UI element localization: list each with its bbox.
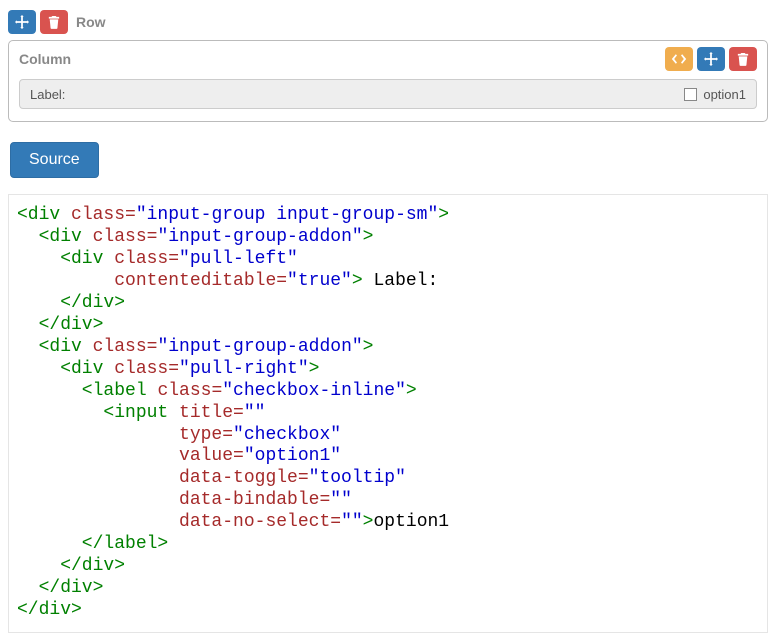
code-attr: class= (157, 381, 222, 401)
column-code-button[interactable] (665, 47, 693, 71)
code-text: Label: (363, 271, 439, 291)
column-move-button[interactable] (697, 47, 725, 71)
row-header: Row (8, 8, 768, 40)
option-checkbox[interactable] (684, 88, 697, 101)
code-attr: title= (179, 403, 244, 423)
code-attr: data-toggle= (17, 468, 309, 488)
code-attr: class= (114, 249, 179, 269)
code-tag: > (438, 205, 449, 225)
input-label[interactable]: Label: (20, 80, 75, 108)
row-move-button[interactable] (8, 10, 36, 34)
column-header: Column (9, 41, 767, 75)
code-val: "" (330, 490, 352, 510)
code-val: "pull-right" (179, 359, 309, 379)
code-tag: <div (17, 227, 93, 247)
code-val: "pull-left" (179, 249, 298, 269)
row-delete-button[interactable] (40, 10, 68, 34)
code-tag: > (363, 337, 374, 357)
code-tag: <label (17, 381, 157, 401)
code-tag: > (352, 271, 363, 291)
code-val: "true" (287, 271, 352, 291)
column-panel: Column Label: option1 (8, 40, 768, 122)
code-tag: > (406, 381, 417, 401)
row-label: Row (76, 14, 106, 30)
code-tag: > (363, 512, 374, 532)
code-attr: value= (17, 446, 244, 466)
code-tag: <div (17, 205, 71, 225)
code-tag: <input (17, 403, 179, 423)
code-text: option1 (373, 512, 449, 532)
code-val: "input-group-addon" (157, 227, 362, 247)
code-tag: > (363, 227, 374, 247)
column-label: Column (19, 51, 71, 67)
code-tag: </label> (17, 534, 168, 554)
source-code: <div class="input-group input-group-sm">… (8, 194, 768, 633)
trash-icon (48, 15, 60, 29)
code-tag: </div> (17, 578, 103, 598)
code-val: "checkbox-inline" (222, 381, 406, 401)
option-label: option1 (703, 87, 746, 102)
code-attr: class= (71, 205, 136, 225)
source-button[interactable]: Source (10, 142, 99, 178)
code-attr: data-no-select= (17, 512, 341, 532)
code-val: "" (244, 403, 266, 423)
code-tag: <div (17, 249, 114, 269)
code-val: "checkbox" (233, 425, 341, 445)
move-icon (704, 52, 718, 66)
code-val: "" (341, 512, 363, 532)
code-attr: class= (93, 227, 158, 247)
code-val: "input-group input-group-sm" (136, 205, 438, 225)
code-attr: contenteditable= (17, 271, 287, 291)
code-tag: </div> (17, 600, 82, 620)
code-tag: </div> (17, 293, 125, 313)
code-val: "input-group-addon" (157, 337, 362, 357)
code-tag: <div (17, 337, 93, 357)
code-val: "tooltip" (309, 468, 406, 488)
code-tag: </div> (17, 556, 125, 576)
code-attr: data-bindable= (17, 490, 330, 510)
code-tag: > (309, 359, 320, 379)
code-attr: type= (17, 425, 233, 445)
input-option-group[interactable]: option1 (674, 80, 756, 108)
code-attr: class= (93, 337, 158, 357)
input-group[interactable]: Label: option1 (19, 79, 757, 109)
trash-icon (737, 52, 749, 66)
code-val: "option1" (244, 446, 341, 466)
column-body: Label: option1 (9, 75, 767, 121)
code-tag: <div (17, 359, 114, 379)
move-icon (15, 15, 29, 29)
column-toolbar (665, 47, 757, 71)
code-tag: </div> (17, 315, 103, 335)
code-attr: class= (114, 359, 179, 379)
column-delete-button[interactable] (729, 47, 757, 71)
code-icon (671, 53, 687, 65)
